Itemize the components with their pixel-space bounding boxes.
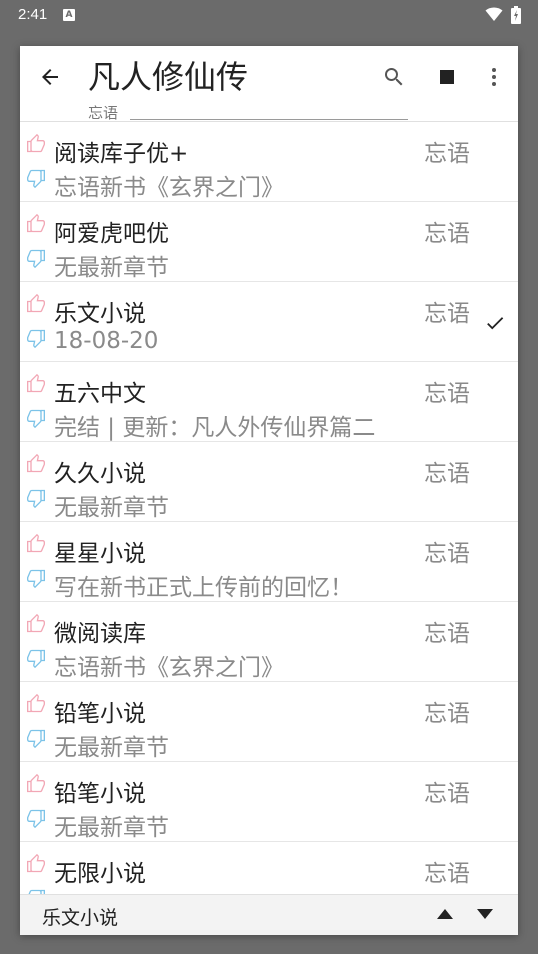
source-row[interactable]: 星星小说写在新书正式上传前的回忆！ 忘语 (20, 522, 518, 602)
book-author: 忘语 (88, 104, 119, 122)
source-name: 铅笔小说 (54, 701, 146, 727)
thumb-up-icon[interactable] (26, 374, 46, 394)
source-name: 铅笔小说 (54, 781, 146, 807)
source-latest-chapter: 无最新章节 (54, 255, 169, 281)
more-vert-icon[interactable] (482, 65, 506, 89)
thumb-up-icon[interactable] (26, 454, 46, 474)
thumb-up-icon[interactable] (26, 774, 46, 794)
source-name: 星星小说 (54, 541, 146, 567)
source-row[interactable]: 无限小说 忘语 (20, 842, 518, 894)
source-name: 阅读库子优+ (54, 141, 189, 167)
source-row[interactable]: 乐文小说 18-08-20 忘语 (20, 282, 518, 362)
source-name: 五六中文 (54, 381, 146, 407)
source-row[interactable]: 铅笔小说无最新章节 忘语 (20, 762, 518, 842)
source-name: 久久小说 (54, 461, 146, 487)
source-latest-chapter: 无最新章节 (54, 815, 169, 841)
thumb-down-icon[interactable] (26, 248, 46, 268)
source-row[interactable]: 阿爱虎吧优无最新章节 忘语 (20, 202, 518, 282)
arrow-back-icon[interactable] (38, 65, 62, 89)
thumb-up-icon[interactable] (26, 614, 46, 634)
thumb-up-icon[interactable] (26, 854, 46, 874)
thumb-down-icon[interactable] (26, 808, 46, 828)
source-author: 忘语 (424, 541, 470, 567)
source-latest-chapter: 18-08-20 (54, 328, 159, 354)
source-author: 忘语 (424, 381, 470, 407)
source-latest-chapter: 写在新书正式上传前的回忆！ (54, 575, 353, 601)
wifi-icon (485, 7, 503, 21)
thumb-down-icon[interactable] (26, 408, 46, 428)
notification-app-icon: A (63, 9, 75, 21)
thumb-down-icon[interactable] (26, 568, 46, 588)
thumb-up-icon[interactable] (26, 294, 46, 314)
thumb-down-icon[interactable] (26, 728, 46, 748)
source-latest-chapter: 无最新章节 (54, 495, 169, 521)
search-underline (130, 119, 408, 120)
source-latest-chapter: 忘语新书《玄界之门》 (54, 655, 284, 681)
stop-icon[interactable] (440, 70, 454, 84)
source-author: 忘语 (424, 781, 470, 807)
thumb-up-icon[interactable] (26, 694, 46, 714)
bottom-bar: 乐文小说 (20, 894, 518, 935)
thumb-down-icon[interactable] (26, 488, 46, 508)
thumb-down-icon[interactable] (26, 168, 46, 188)
thumb-up-icon[interactable] (26, 134, 46, 154)
battery-icon (511, 6, 521, 24)
source-author: 忘语 (424, 221, 470, 247)
current-source-label: 乐文小说 (42, 907, 119, 929)
status-time: 2:41 (18, 6, 48, 23)
source-row[interactable]: 微阅读库忘语新书《玄界之门》 忘语 (20, 602, 518, 682)
scroll-up-icon[interactable] (436, 908, 454, 920)
source-latest-chapter: 完结 | 更新：凡人外传仙界篇二 (54, 415, 376, 441)
source-row[interactable]: 铅笔小说无最新章节 忘语 (20, 682, 518, 762)
thumb-up-icon[interactable] (26, 534, 46, 554)
source-author: 忘语 (424, 621, 470, 647)
thumb-up-icon[interactable] (26, 214, 46, 234)
source-list[interactable]: 阅读库子优+ 忘语新书《玄界之门》 忘语 阿爱虎吧优 无最新章节 忘语 乐文小说 18-08-… (20, 121, 518, 894)
source-author: 忘语 (424, 301, 470, 327)
source-name: 无限小说 (54, 861, 146, 887)
thumb-down-icon[interactable] (26, 648, 46, 668)
source-name: 微阅读库 (54, 621, 146, 647)
check-icon (487, 317, 504, 330)
status-bar: 2:41 A (0, 0, 538, 30)
source-author: 忘语 (424, 701, 470, 727)
source-author: 忘语 (424, 461, 470, 487)
source-row[interactable]: 五六中文完结 | 更新：凡人外传仙界篇二 忘语 (20, 362, 518, 442)
source-latest-chapter: 无最新章节 (54, 735, 169, 761)
change-source-dialog: 凡人修仙传 忘语 阅读库子优+ 忘语新书《玄界之门》 忘语 阿爱虎吧优 无最新章节 忘语乐… (20, 46, 518, 935)
book-title: 凡人修仙传 (88, 58, 249, 96)
source-row[interactable]: 阅读库子优+ 忘语新书《玄界之门》 忘语 (20, 122, 518, 202)
source-row[interactable]: 久久小说无最新章节 忘语 (20, 442, 518, 522)
source-author: 忘语 (424, 861, 470, 887)
source-name: 阿爱虎吧优 (54, 221, 169, 247)
scroll-down-icon[interactable] (476, 908, 494, 920)
source-author: 忘语 (424, 141, 470, 167)
thumb-down-icon[interactable] (26, 328, 46, 348)
source-name: 乐文小说 (54, 301, 146, 327)
source-latest-chapter: 忘语新书《玄界之门》 (54, 175, 284, 201)
toolbar: 凡人修仙传 忘语 (20, 46, 518, 122)
search-icon[interactable] (382, 65, 406, 89)
